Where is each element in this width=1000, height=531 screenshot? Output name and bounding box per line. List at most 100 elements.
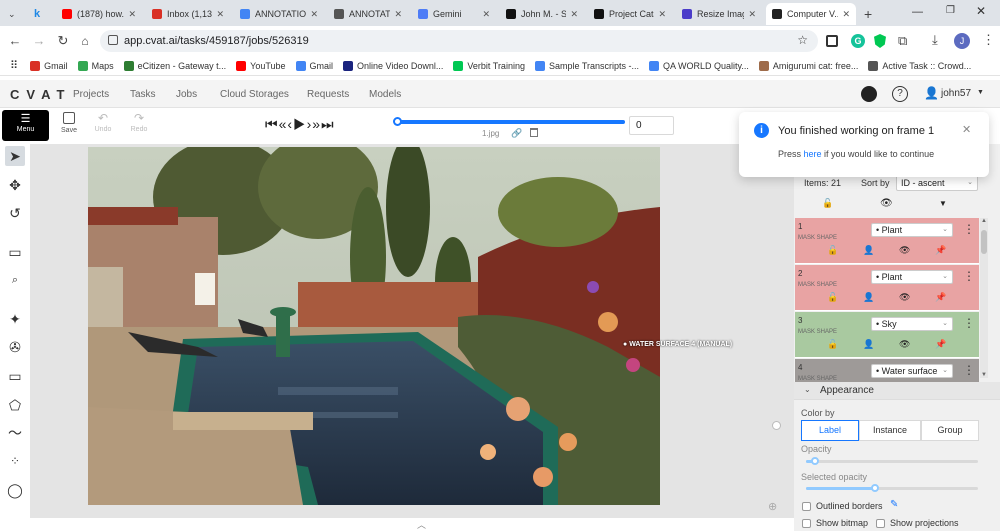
url-bar[interactable]: app.cvat.ai/tasks/459187/jobs/526319 ☆ bbox=[100, 30, 818, 52]
bookmark-item[interactable]: QA WORLD Quality... bbox=[649, 60, 749, 71]
download-icon[interactable]: ⤓ bbox=[932, 32, 938, 48]
eye-icon[interactable]: 👁 bbox=[899, 339, 910, 350]
redo-button[interactable]: ↷ Redo bbox=[128, 111, 150, 133]
bookmark-item[interactable]: Active Task :: Crowd... bbox=[868, 60, 971, 71]
eye-icon[interactable]: 👁 bbox=[899, 292, 910, 303]
tab-close-icon[interactable]: ✕ bbox=[842, 9, 850, 20]
sort-select[interactable]: ID - ascent ⌄ bbox=[896, 175, 978, 191]
show-bitmap-checkbox[interactable] bbox=[802, 519, 811, 528]
browser-tab[interactable]: Gemini ✕ bbox=[412, 3, 496, 25]
notification-link[interactable]: here bbox=[804, 149, 822, 159]
bookmark-item[interactable]: Amigurumi cat: free... bbox=[758, 60, 858, 71]
back-arrow-icon[interactable]: ← bbox=[6, 32, 24, 50]
nav-tasks[interactable]: Tasks bbox=[130, 89, 156, 100]
scroll-thumb[interactable] bbox=[981, 230, 987, 254]
tab-close-icon[interactable]: ✕ bbox=[216, 9, 224, 20]
ellipse-icon[interactable]: ◯ bbox=[5, 480, 25, 500]
object-item[interactable]: 1 MASK SHAPE • Plant ⌄ ⋮ 🔓 👤 👁 📌 bbox=[795, 218, 979, 264]
frame-slider[interactable] bbox=[393, 117, 625, 126]
polygon-icon[interactable]: ⬠ bbox=[5, 395, 25, 415]
tab-close-icon[interactable]: ✕ bbox=[128, 9, 136, 20]
bookmark-item[interactable]: Gmail bbox=[30, 60, 68, 71]
frame-number-input[interactable]: 0 bbox=[629, 116, 674, 135]
close-window-icon[interactable]: ✕ bbox=[976, 4, 986, 18]
selected-opacity-slider[interactable] bbox=[806, 484, 978, 492]
object-label-select[interactable]: • Water surface ⌄ bbox=[871, 364, 953, 378]
frame-slider-handle[interactable] bbox=[393, 117, 402, 126]
scroll-up-icon[interactable]: ▲ bbox=[980, 218, 988, 224]
new-tab-button[interactable]: + bbox=[858, 3, 876, 25]
menu-button[interactable]: ☰ Menu bbox=[2, 110, 49, 141]
user-icon[interactable]: 👤 bbox=[863, 339, 874, 350]
chevron-up-icon[interactable]: ︿ bbox=[417, 518, 426, 531]
object-label-select[interactable]: • Plant ⌄ bbox=[871, 223, 953, 237]
fit-image-icon[interactable]: ▭ bbox=[5, 242, 25, 262]
extensions-puzzle-icon[interactable]: ⧉ bbox=[898, 33, 907, 49]
object-label-select[interactable]: • Sky ⌄ bbox=[871, 317, 953, 331]
object-menu-icon[interactable]: ⋮ bbox=[963, 270, 975, 282]
pin-icon[interactable]: 📌 bbox=[935, 339, 946, 350]
site-settings-icon[interactable] bbox=[108, 35, 118, 45]
object-label-select[interactable]: • Plant ⌄ bbox=[871, 270, 953, 284]
object-item[interactable]: 3 MASK SHAPE • Sky ⌄ ⋮ 🔓 👤 👁 📌 bbox=[795, 312, 979, 358]
browser-tab[interactable]: John M. - Sk...✕ bbox=[500, 3, 584, 25]
scroll-down-icon[interactable]: ▼ bbox=[980, 372, 988, 378]
object-item[interactable]: 2 MASK SHAPE • Plant ⌄ ⋮ 🔓 👤 👁 📌 bbox=[795, 265, 979, 311]
bookmark-item[interactable]: YouTube bbox=[236, 60, 286, 71]
opacity-slider[interactable] bbox=[806, 457, 978, 465]
cvat-logo[interactable]: CVAT bbox=[10, 87, 71, 102]
bookmark-item[interactable]: Maps bbox=[77, 60, 114, 71]
lock-icon[interactable]: 🔓 bbox=[827, 339, 838, 350]
help-icon[interactable]: ? bbox=[892, 86, 908, 102]
show-projections-checkbox[interactable] bbox=[876, 519, 885, 528]
canvas-zoom-plus-icon[interactable]: ⊕ bbox=[768, 500, 777, 513]
bookmark-item[interactable]: Sample Transcripts -... bbox=[534, 60, 639, 71]
points-icon[interactable]: ⁘ bbox=[5, 451, 25, 471]
browser-tab[interactable]: Inbox (1,13...✕ bbox=[146, 3, 230, 25]
eye-all-icon[interactable]: 👁 bbox=[880, 198, 893, 209]
browser-tab[interactable]: (1878) how... ✕ bbox=[56, 3, 142, 25]
tab-close-icon[interactable]: ✕ bbox=[310, 9, 318, 20]
play-icon[interactable]: ▶ bbox=[293, 116, 307, 132]
garden-pool-image[interactable] bbox=[88, 147, 660, 505]
outlined-borders-checkbox[interactable] bbox=[802, 502, 811, 511]
color-picker-icon[interactable]: ✎ bbox=[890, 499, 898, 510]
nav-cloud-storages[interactable]: Cloud Storages bbox=[220, 89, 289, 100]
browser-menu-icon[interactable]: ⋮ bbox=[982, 32, 995, 48]
pin-icon[interactable]: 📌 bbox=[935, 245, 946, 256]
browser-tab[interactable]: Project Catal... ✕ bbox=[588, 3, 672, 25]
user-icon[interactable]: 👤 bbox=[863, 245, 874, 256]
lock-icon[interactable]: 🔓 bbox=[827, 245, 838, 256]
github-icon[interactable] bbox=[861, 86, 877, 102]
color-by-group-option[interactable]: Group bbox=[921, 420, 979, 441]
tab-pinned-k[interactable]: k bbox=[28, 3, 50, 25]
save-button[interactable]: Save bbox=[58, 112, 80, 134]
object-menu-icon[interactable]: ⋮ bbox=[963, 317, 975, 329]
tab-close-icon[interactable]: ✕ bbox=[570, 9, 578, 20]
polyline-icon[interactable]: 〜 bbox=[5, 423, 25, 443]
copy-link-icon[interactable]: 🔗 bbox=[511, 128, 522, 139]
delete-frame-icon[interactable] bbox=[530, 128, 538, 137]
browser-tab[interactable]: ANNOTATIO...✕ bbox=[234, 3, 324, 25]
shield-extension-icon[interactable] bbox=[874, 34, 886, 48]
eye-icon[interactable]: 👁 bbox=[899, 245, 910, 256]
browser-tab[interactable]: Resize Imag... ✕ bbox=[676, 3, 762, 25]
grammarly-icon[interactable]: G bbox=[851, 34, 865, 48]
home-icon[interactable]: ⌂ bbox=[76, 32, 94, 50]
color-by-label-option[interactable]: Label bbox=[801, 420, 859, 441]
canvas-slider-handle[interactable] bbox=[772, 421, 781, 430]
color-by-instance-option[interactable]: Instance bbox=[859, 420, 921, 441]
lock-icon[interactable]: 🔓 bbox=[827, 292, 838, 303]
opacity-slider-handle[interactable] bbox=[810, 457, 819, 465]
tab-search-button[interactable]: ⌄ bbox=[2, 3, 24, 25]
extension-box-icon[interactable] bbox=[826, 35, 838, 47]
bookmark-item[interactable]: Verbit Training bbox=[453, 60, 525, 71]
object-menu-icon[interactable]: ⋮ bbox=[963, 223, 975, 235]
tab-close-icon[interactable]: ✕ bbox=[394, 9, 402, 20]
collapse-all-icon[interactable]: ▼ bbox=[939, 199, 947, 208]
tab-close-icon[interactable]: ✕ bbox=[482, 9, 490, 20]
object-menu-icon[interactable]: ⋮ bbox=[963, 364, 975, 376]
last-frame-icon[interactable]: ⏭ bbox=[321, 116, 335, 132]
bookmark-star-icon[interactable]: ☆ bbox=[797, 33, 808, 47]
apps-grid-icon[interactable]: ⠿ bbox=[10, 59, 18, 72]
